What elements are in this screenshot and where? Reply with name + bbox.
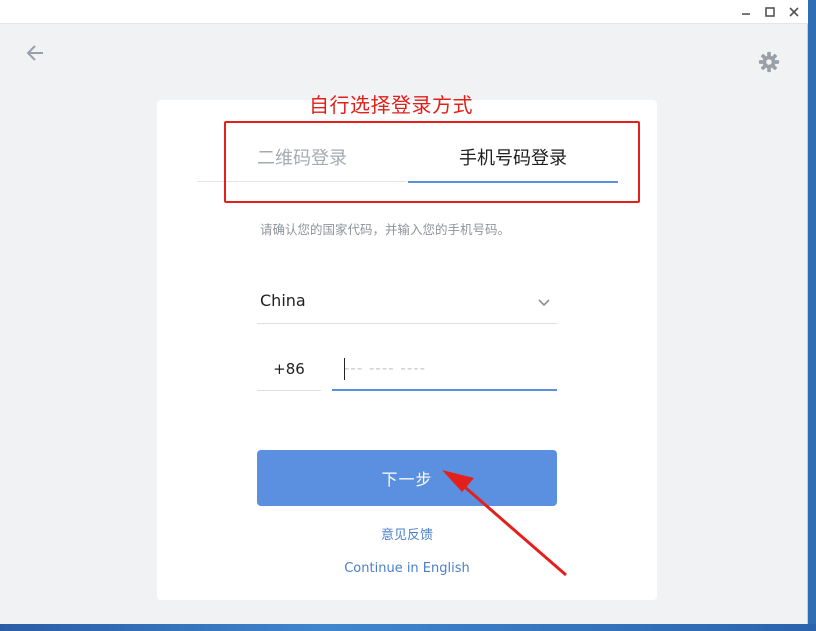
- annotation-label: 自行选择登录方式: [309, 93, 473, 117]
- tab-phone-login[interactable]: 手机号码登录: [408, 133, 618, 183]
- title-bar: [0, 0, 808, 24]
- close-button[interactable]: [785, 4, 803, 20]
- continue-in-english-link[interactable]: Continue in English: [257, 561, 557, 576]
- minimize-icon: [742, 13, 750, 15]
- country-select[interactable]: China: [257, 280, 557, 324]
- arrow-left-icon: [26, 45, 43, 61]
- settings-button[interactable]: [755, 48, 783, 76]
- close-icon: [789, 7, 799, 17]
- chevron-down-icon: [538, 299, 550, 307]
- gear-icon: [758, 51, 780, 73]
- tab-qr-login[interactable]: 二维码登录: [197, 133, 407, 182]
- back-button[interactable]: [22, 40, 48, 66]
- app-window: 二维码登录 手机号码登录 自行选择登录方式 请确认您的国家代码，并输入您的手机号…: [0, 0, 808, 624]
- country-value: China: [260, 291, 306, 310]
- next-button[interactable]: 下一步: [257, 450, 557, 506]
- maximize-icon: [765, 7, 775, 17]
- maximize-button[interactable]: [761, 4, 779, 20]
- country-code-field[interactable]: +86: [257, 347, 321, 391]
- phone-hint-text: 请确认您的国家代码，并输入您的手机号码。: [260, 222, 511, 237]
- phone-number-input[interactable]: [332, 347, 557, 391]
- desktop-background: [0, 624, 816, 631]
- feedback-link[interactable]: 意见反馈: [257, 524, 557, 543]
- minimize-button[interactable]: [737, 4, 755, 20]
- text-caret: [344, 358, 345, 380]
